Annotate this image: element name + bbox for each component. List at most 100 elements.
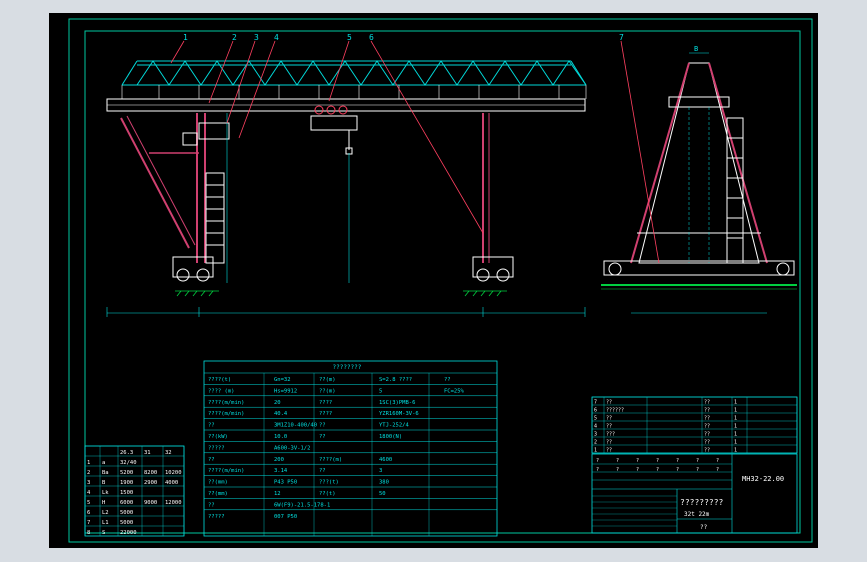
parts-list-cell: 1 (734, 416, 737, 422)
parts-list-cell: ?? (704, 400, 710, 406)
tech-table-title: ???????? (333, 364, 362, 371)
tech-table-cell: Gn=32 (274, 377, 291, 383)
spec-table-cell: 7 (87, 520, 90, 526)
spec-table-cell: Ba (102, 470, 109, 476)
tech-table-cell: ??(m) (319, 388, 336, 394)
parts-list-cell: ??? (606, 432, 615, 438)
tech-table-cell: FC=25% (444, 388, 465, 394)
spec-table-cell: B (102, 480, 106, 486)
tech-table-cell: 12 (274, 491, 281, 497)
parts-list-cell: ?? (704, 440, 710, 446)
parts-list-cell: 5 (594, 416, 597, 422)
spec-table-cell: 4000 (165, 480, 178, 486)
spec-table-cell: 31 (144, 450, 151, 456)
tech-table-cell: 5 (379, 388, 382, 394)
tech-table-cell: ??(mm) (208, 480, 228, 486)
spec-table-cell: L1 (102, 520, 109, 526)
tech-table-cell: ?? (319, 434, 326, 440)
tech-table-cell: ???? (319, 400, 332, 406)
parts-list-cell: ?? (606, 448, 612, 454)
title-block-cell: ? (616, 467, 619, 473)
tech-table-cell: 007 P50 (274, 514, 297, 520)
drawing-subtitle: 32t 22m (684, 511, 710, 518)
elevation-view: 1 2 3 4 5 6 (106, 33, 587, 317)
spec-table-cell: 6000 (120, 500, 133, 506)
parts-list-cell: 4 (594, 424, 597, 430)
spec-table-cell: 8200 (144, 470, 157, 476)
tech-table-cell: 4600 (379, 457, 392, 463)
spec-table-cell: H (102, 500, 105, 506)
spec-table-cell: 3 (87, 480, 90, 486)
parts-list-cell: ?? (606, 400, 612, 406)
trolley-hoist (310, 105, 358, 155)
title-block-cell: ? (656, 467, 659, 473)
tech-table-cell: ????? (208, 445, 225, 451)
tech-table-cell: ???? (m) (208, 388, 235, 394)
inner-border (84, 30, 801, 534)
spec-table-cell: 2 (87, 470, 90, 476)
ground-hatch (175, 290, 507, 297)
title-block: ????????????? ? MH32-22.00????????? 32t 22m… (591, 453, 798, 534)
title-block-cell: ? (676, 467, 679, 473)
spec-table-cell: a (102, 460, 105, 466)
title-block-cell: ? (676, 458, 679, 464)
spec-table-cell: S (102, 530, 105, 536)
tech-table-cell: ?? (208, 423, 215, 429)
spec-table-cell: 4 (87, 490, 91, 496)
parts-list-cell: ?? (704, 416, 710, 422)
spec-table-cell: 8 (87, 530, 90, 536)
tech-table-cell: ??(kW) (208, 434, 228, 440)
tech-table-cell: 380 (379, 480, 389, 486)
tech-table-cell: 200 (274, 457, 284, 463)
tech-table-cell: ??(m) (319, 377, 336, 383)
spec-table-cell: 22000 (120, 530, 137, 536)
crane-drawing-sheet: 1 2 3 4 5 6 7 B ????????????(t) Gn=32 ??(m… (68, 18, 813, 543)
tech-table-cell: S=2.8 ???? (379, 377, 412, 383)
parts-list-cell: ?? (704, 432, 710, 438)
parts-list-cell: 1 (734, 424, 737, 430)
parts-list-cell: ?????? (606, 408, 624, 414)
parts-list-cell: ?? (704, 408, 710, 414)
tech-table-cell: ??(t) (319, 491, 336, 497)
parts-list-cell: 1 (734, 432, 737, 438)
tech-table-cell: 1SC(3)PMB-6 (379, 400, 415, 406)
tech-table-cell: 6W(F9)-21.5-178-1 (274, 502, 330, 508)
spec-table-cell: 32/40 (120, 460, 137, 466)
parts-list-cell: 6 (594, 408, 597, 414)
tech-table-cell: ????(m/min) (208, 411, 244, 417)
parts-list-cell: 1 (734, 400, 737, 406)
parts-list-cell: ?? (606, 416, 612, 422)
title-block-cell: ? (656, 458, 659, 464)
tech-table-cell: 3M1Z10-400/40 (274, 423, 317, 429)
dimension-spec-table: 26.3 31 32 1 a 32/40 2 Ba 5200 8200 10200 3 B 1900 290… (84, 445, 185, 537)
tech-table-cell: 3 (379, 468, 382, 474)
spec-table-cell: 12000 (165, 500, 182, 506)
tech-table-cell: Hs=9912 (274, 388, 297, 394)
spec-table-cell: L2 (102, 510, 109, 516)
side-view-label: B (694, 45, 698, 53)
tech-table-cell: ??(mm) (208, 491, 228, 497)
spec-table-cell: 5000 (120, 510, 133, 516)
tech-table-cell: ?? (208, 502, 215, 508)
part-no-2: 2 (232, 33, 237, 42)
left-leg (120, 113, 230, 282)
title-block-cell: ? (596, 467, 599, 473)
spec-table-cell: 26.3 (120, 450, 133, 456)
title-block-cell: ? (716, 467, 719, 473)
parts-list-cell: 2 (594, 440, 597, 446)
part-no-4: 4 (274, 33, 279, 42)
parts-list-cell: 1 (734, 408, 737, 414)
technical-parameter-table: ????????????(t) Gn=32 ??(m) S=2.8 ?????????… (203, 360, 498, 537)
tech-table-cell: ???(t) (319, 480, 339, 486)
title-block-cell: ? (716, 458, 719, 464)
drawing-title: ????????? (680, 498, 724, 507)
parts-list-cell: 7 (594, 400, 597, 406)
cad-drawing-viewport[interactable]: 1 2 3 4 5 6 7 B ???????? ????(t) Gn=32 ??(m… (49, 13, 818, 548)
spec-table-cell: 1 (87, 460, 90, 466)
spec-table-cell: 1900 (120, 480, 133, 486)
title-block-cell: ? (696, 458, 699, 464)
part-no-1: 1 (183, 33, 188, 42)
spec-table-cell: 1500 (120, 490, 133, 496)
spec-table-cell: 5000 (120, 520, 133, 526)
drawing-number: MH32-22.00 (742, 475, 784, 483)
